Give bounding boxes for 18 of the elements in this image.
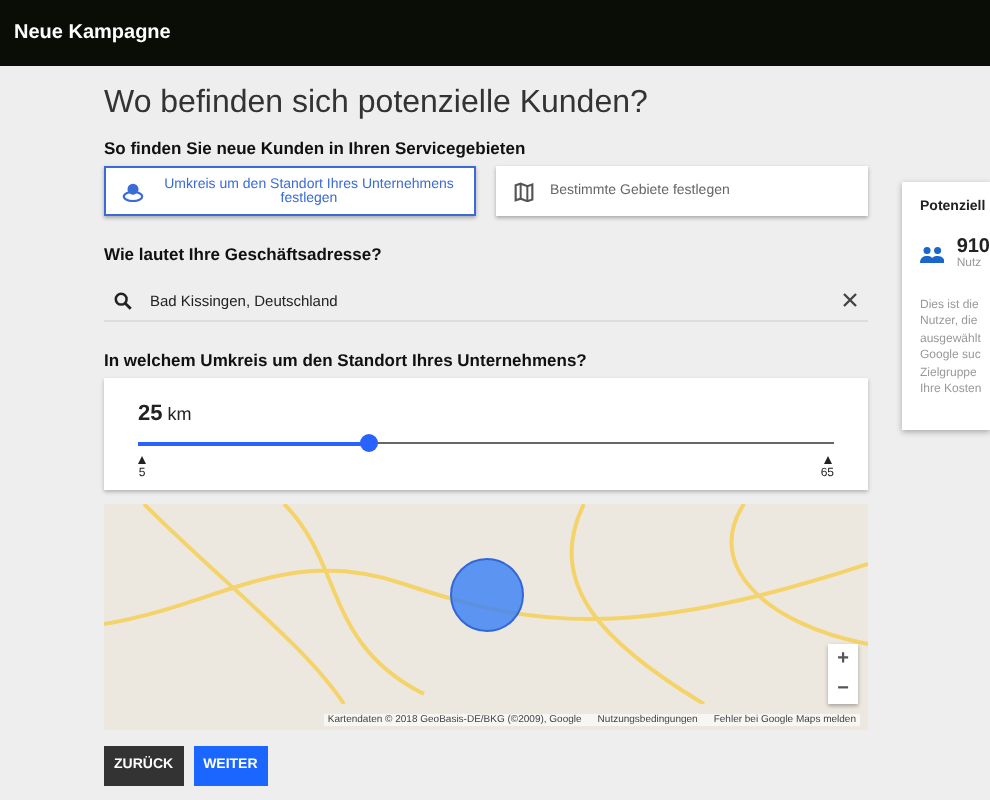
map-icon <box>514 181 534 201</box>
tick-marker-icon <box>138 456 146 464</box>
radius-value: 25 km <box>138 402 194 426</box>
radius-circle <box>450 557 524 632</box>
location-pin-icon <box>122 180 144 202</box>
page-title: Wo befinden sich potenzielle Kunden? <box>104 86 650 122</box>
audience-count: 910 <box>956 238 990 258</box>
zoom-in-button[interactable]: + <box>828 643 858 674</box>
section-label: Wie lautet Ihre Geschäftsadresse? <box>104 244 384 264</box>
section-label: In welchem Umkreis um den Standort Ihres Unternehmens? <box>104 350 589 370</box>
close-icon[interactable] <box>842 292 858 308</box>
tick-marker-icon <box>823 456 832 464</box>
app-title: Neue Kampagne <box>14 22 171 44</box>
section-label: So finden Sie neue Kunden in Ihren Servicegebieten <box>104 138 528 158</box>
slider-thumb[interactable] <box>360 434 379 452</box>
zoom-out-button[interactable]: − <box>828 673 858 704</box>
people-icon <box>920 245 945 263</box>
search-icon <box>114 291 132 309</box>
